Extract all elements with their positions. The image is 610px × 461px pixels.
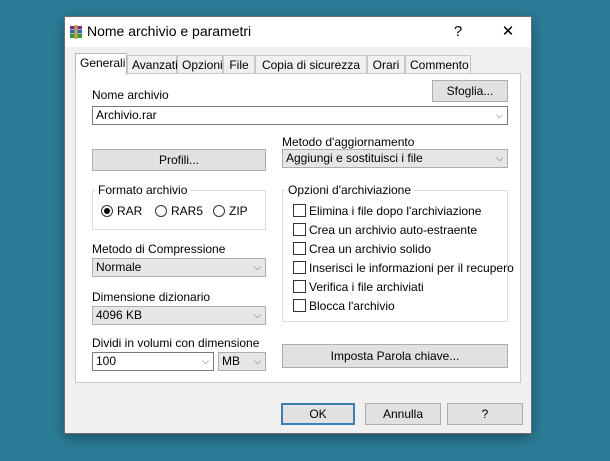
dictionary-value: 4096 KB [96, 308, 143, 322]
tab-orari[interactable]: Orari [367, 55, 405, 73]
update-method-select[interactable]: Aggiungi e sostituisci i file ⌵ [282, 149, 508, 168]
update-method-label: Metodo d'aggiornamento [282, 135, 415, 149]
radio-rar5[interactable] [155, 205, 167, 217]
tab-copia-di-sicurezza[interactable]: Copia di sicurezza [255, 55, 367, 73]
chevron-down-icon: ⌵ [496, 153, 503, 163]
checkbox-lock-label[interactable]: Blocca l'archivio [309, 299, 395, 313]
compression-value: Normale [96, 260, 142, 274]
winrar-app-icon [69, 25, 83, 39]
checkbox-sfx[interactable] [293, 223, 306, 236]
checkbox-sfx-label[interactable]: Crea un archivio auto-estraente [309, 223, 477, 237]
title-bar[interactable]: Nome archivio e parametri ? ✕ [65, 17, 531, 47]
help-button[interactable]: ? [447, 403, 523, 425]
chevron-down-icon: ⌵ [254, 262, 261, 272]
archive-format-group: Formato archivio RAR RAR5 ZIP [92, 183, 266, 230]
checkbox-lock[interactable] [293, 299, 306, 312]
dialog-window: Nome archivio e parametri ? ✕ Generali A… [64, 16, 532, 434]
checkbox-recovery[interactable] [293, 261, 306, 274]
ok-button[interactable]: OK [281, 403, 355, 425]
browse-button[interactable]: Sfoglia... [432, 80, 508, 102]
compression-select[interactable]: Normale ⌵ [92, 258, 266, 277]
split-unit-value: MB [222, 354, 240, 368]
radio-zip-label[interactable]: ZIP [229, 204, 248, 218]
checkbox-delete-after[interactable] [293, 204, 306, 217]
dictionary-label: Dimensione dizionario [92, 290, 211, 304]
radio-rar5-label[interactable]: RAR5 [171, 204, 203, 218]
split-size-input[interactable]: 100 ⌵ [92, 352, 214, 371]
split-label: Dividi in volumi con dimensione [92, 336, 260, 350]
archive-options-group: Opzioni d'archiviazione Elimina i file d… [282, 183, 514, 322]
tab-file[interactable]: File [223, 55, 255, 73]
radio-rar-label[interactable]: RAR [117, 204, 142, 218]
dictionary-select[interactable]: 4096 KB ⌵ [92, 306, 266, 325]
chevron-down-icon: ⌵ [254, 310, 261, 320]
checkbox-verify-label[interactable]: Verifica i file archiviati [309, 280, 424, 294]
chevron-down-icon: ⌵ [202, 356, 209, 366]
tab-generali[interactable]: Generali [75, 53, 127, 75]
archive-options-label: Opzioni d'archiviazione [285, 183, 415, 197]
tab-panel-generali: Nome archivio Sfoglia... Archivio.rar ⌵ … [75, 73, 521, 383]
radio-zip[interactable] [213, 205, 225, 217]
archive-name-value: Archivio.rar [96, 108, 157, 122]
tab-avanzati[interactable]: Avanzati [127, 55, 178, 73]
checkbox-solid-label[interactable]: Crea un archivio solido [309, 242, 431, 256]
chevron-down-icon: ⌵ [254, 356, 261, 366]
set-password-button[interactable]: Imposta Parola chiave... [282, 344, 508, 368]
tab-opzioni[interactable]: Opzioni [177, 55, 223, 73]
archive-name-input[interactable]: Archivio.rar ⌵ [92, 106, 508, 125]
checkbox-solid[interactable] [293, 242, 306, 255]
checkbox-recovery-label[interactable]: Inserisci le informazioni per il recuper… [309, 261, 514, 275]
help-title-button[interactable]: ? [443, 21, 473, 43]
archive-format-label: Formato archivio [95, 183, 191, 197]
profiles-button[interactable]: Profili... [92, 149, 266, 171]
close-icon[interactable]: ✕ [493, 21, 523, 43]
compression-label: Metodo di Compressione [92, 242, 226, 256]
split-size-value: 100 [96, 354, 117, 368]
tab-commento[interactable]: Commento [405, 55, 471, 73]
cancel-button[interactable]: Annulla [365, 403, 441, 425]
split-unit-select[interactable]: MB ⌵ [218, 352, 266, 371]
window-title: Nome archivio e parametri [87, 23, 252, 39]
checkbox-verify[interactable] [293, 280, 306, 293]
update-method-value: Aggiungi e sostituisci i file [286, 151, 423, 165]
chevron-down-icon: ⌵ [496, 110, 503, 120]
radio-rar[interactable] [101, 205, 113, 217]
dialog-body: Generali Avanzati Opzioni File Copia di … [65, 47, 531, 433]
checkbox-delete-after-label[interactable]: Elimina i file dopo l'archiviazione [309, 204, 481, 218]
archive-name-label: Nome archivio [92, 88, 169, 102]
